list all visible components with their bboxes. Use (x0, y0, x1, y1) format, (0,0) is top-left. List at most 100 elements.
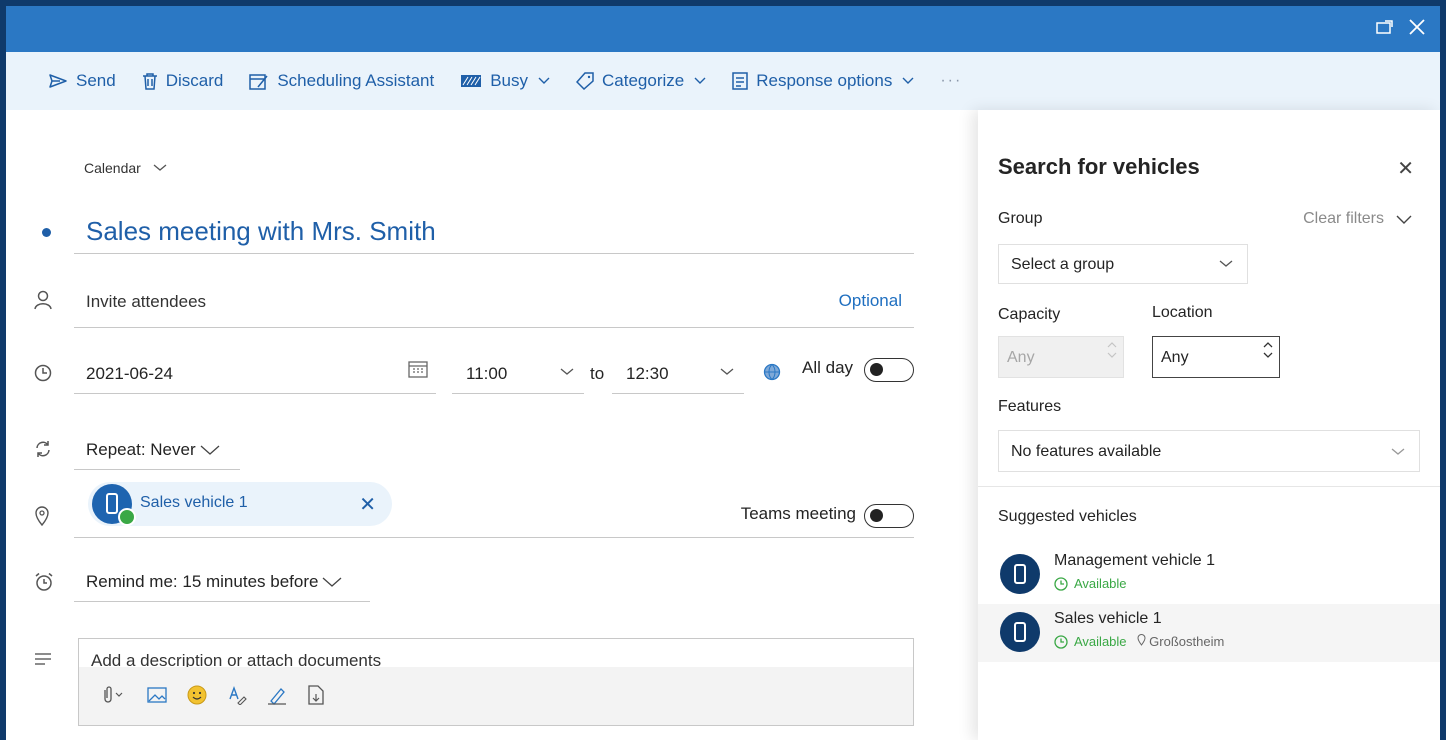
features-dropdown[interactable]: No features available (998, 430, 1420, 472)
signature-pen-icon[interactable] (267, 685, 287, 710)
event-window: Send Discard Scheduling Assistant Busy C… (6, 6, 1440, 740)
toggle-knob (870, 509, 883, 522)
attendees-input[interactable]: Invite attendees Optional (74, 278, 914, 328)
group-dropdown[interactable]: Select a group (998, 244, 1248, 284)
suggested-vehicles-label: Suggested vehicles (998, 508, 1137, 525)
busy-dropdown[interactable]: Busy (460, 71, 550, 91)
spin-down-icon (1107, 352, 1117, 358)
location-row: Sales vehicle 1 ✕ Teams meeting (74, 480, 914, 538)
available-check-icon (118, 508, 136, 526)
tag-icon (576, 72, 594, 90)
remove-location-icon[interactable]: ✕ (359, 492, 376, 517)
clear-filters-button[interactable]: Clear filters (1303, 210, 1412, 228)
vehicle-list-item[interactable]: Sales vehicle 1 Available Großostheim (978, 604, 1440, 662)
teams-meeting-toggle[interactable] (864, 504, 914, 528)
capacity-value: Any (1007, 349, 1035, 366)
chevron-down-icon (694, 77, 706, 84)
spin-down-icon[interactable] (1263, 352, 1273, 358)
spin-up-icon[interactable] (1263, 342, 1273, 348)
attendees-placeholder: Invite attendees (86, 292, 207, 311)
close-panel-icon[interactable]: ✕ (1397, 156, 1414, 181)
clear-filters-label: Clear filters (1303, 210, 1384, 227)
title-bullet (42, 228, 51, 237)
toggle-knob (870, 363, 883, 376)
popout-icon[interactable] (1376, 19, 1394, 35)
calendar-label: Calendar (84, 160, 141, 176)
title-bar (6, 6, 1440, 52)
busy-label: Busy (490, 71, 529, 90)
repeat-icon (34, 440, 52, 463)
discard-label: Discard (165, 71, 224, 90)
chevron-down-icon (720, 368, 734, 375)
busy-icon (461, 75, 482, 87)
location-spinner[interactable]: Any (1152, 336, 1280, 378)
start-date-input[interactable]: 2021-06-24 (74, 352, 436, 394)
attach-icon[interactable] (99, 685, 127, 710)
available-clock-icon (1054, 634, 1068, 649)
end-time-dropdown[interactable]: 12:30 (612, 352, 744, 394)
all-day-toggle[interactable] (864, 358, 914, 382)
location-value: Any (1161, 349, 1189, 366)
start-date-value: 2021-06-24 (86, 364, 173, 383)
description-icon (34, 652, 52, 671)
location-chip-label: Sales vehicle 1 (140, 494, 248, 511)
emoji-icon[interactable] (187, 685, 207, 710)
chevron-down-icon (1396, 215, 1412, 224)
format-text-icon[interactable] (227, 685, 247, 710)
scheduling-assistant-button[interactable]: Scheduling Assistant (249, 71, 434, 91)
vehicle-avatar (1000, 612, 1040, 652)
description-editor[interactable]: Add a description or attach documents (78, 638, 914, 726)
reminder-dropdown[interactable]: Remind me: 15 minutes before (74, 564, 370, 602)
vehicle-icon (1014, 564, 1026, 584)
chevron-down-icon (902, 77, 914, 84)
send-button[interactable]: Send (48, 71, 116, 91)
send-label: Send (76, 71, 116, 90)
start-time-dropdown[interactable]: 11:00 (452, 352, 584, 394)
vehicle-avatar (1000, 554, 1040, 594)
chevron-down-icon (323, 577, 342, 587)
vehicle-status: Available (1074, 634, 1127, 649)
teams-meeting-label: Teams meeting (740, 504, 856, 523)
response-options-dropdown[interactable]: Response options (732, 71, 914, 91)
vehicle-search-panel: Search for vehicles ✕ Group Clear filter… (978, 110, 1440, 740)
categorize-label: Categorize (602, 71, 685, 90)
trash-icon (142, 73, 157, 90)
time-zone-icon[interactable] (762, 362, 782, 387)
title-text: Sales meeting with Mrs. Smith (86, 216, 436, 246)
panel-title: Search for vehicles (998, 154, 1200, 179)
optional-link[interactable]: Optional (839, 291, 902, 311)
image-icon[interactable] (147, 686, 167, 709)
start-time-value: 11:00 (466, 364, 508, 383)
formatting-toolbar (79, 667, 913, 725)
discard-button[interactable]: Discard (142, 71, 224, 91)
vehicle-list-item[interactable]: Management vehicle 1 Available (978, 546, 1440, 604)
title-input[interactable]: Sales meeting with Mrs. Smith (74, 210, 914, 254)
chevron-down-icon (560, 368, 574, 375)
end-time-value: 12:30 (626, 364, 669, 383)
vehicle-location: Großostheim (1149, 634, 1225, 649)
to-label: to (590, 364, 605, 383)
chevron-down-icon (538, 77, 550, 84)
more-options-button[interactable]: ··· (940, 72, 962, 90)
calendar-dropdown[interactable]: Calendar (84, 160, 167, 176)
reminder-value: Remind me: 15 minutes before (86, 572, 319, 591)
chevron-down-icon (153, 164, 167, 171)
categorize-dropdown[interactable]: Categorize (576, 71, 706, 91)
response-options-icon (732, 72, 748, 90)
chevron-down-icon (200, 445, 220, 455)
location-chip[interactable]: Sales vehicle 1 ✕ (88, 482, 392, 526)
send-icon (49, 74, 67, 88)
group-label: Group (998, 210, 1043, 227)
all-day-label: All day (802, 358, 854, 377)
close-icon[interactable] (1408, 18, 1426, 36)
location-label: Location (1152, 304, 1213, 321)
insert-file-icon[interactable] (307, 684, 325, 710)
location-pin-icon (1137, 634, 1146, 646)
capacity-label: Capacity (998, 306, 1061, 323)
chevron-down-icon (1391, 448, 1405, 455)
vehicle-name: Sales vehicle 1 (1054, 610, 1162, 627)
vehicle-icon (1014, 622, 1026, 642)
repeat-dropdown[interactable]: Repeat: Never (74, 432, 240, 470)
person-icon (34, 290, 52, 315)
calendar-picker-icon[interactable] (408, 360, 428, 383)
